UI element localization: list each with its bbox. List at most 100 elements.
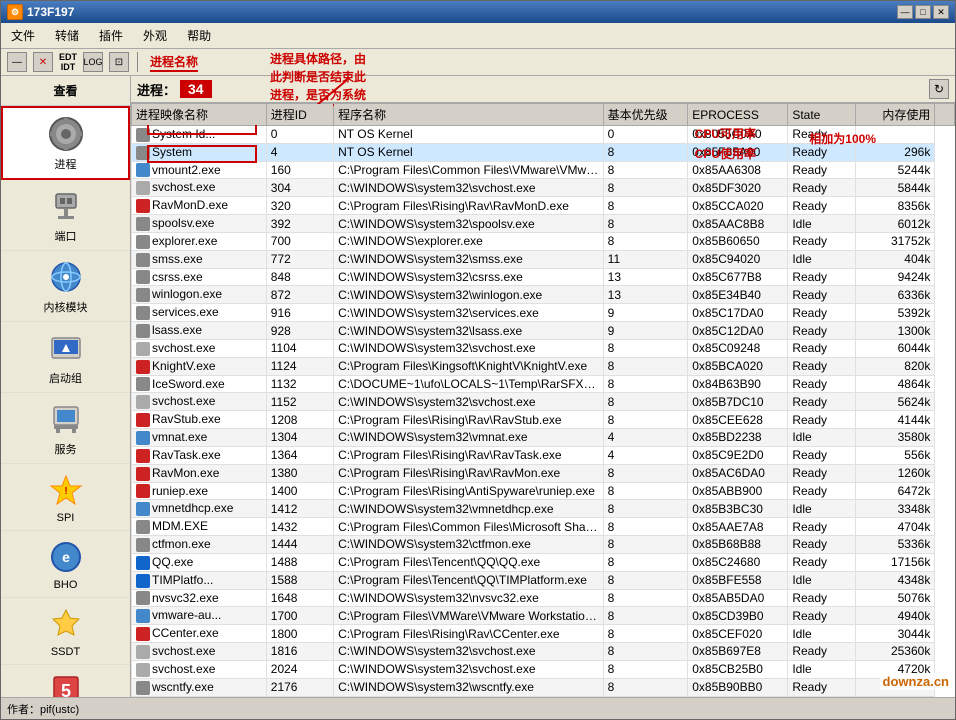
minimize-button[interactable]: — [897,5,913,19]
menu-dump[interactable]: 转储 [49,25,85,46]
table-row[interactable]: vmnetdhcp.exe 1412 C:\WINDOWS\system32\v… [132,500,955,518]
refresh-button[interactable]: ↻ [929,79,949,99]
table-row[interactable]: CCenter.exe 1800 C:\Program Files\Rising… [132,625,955,643]
cell-pri: 8 [603,482,688,500]
menu-file[interactable]: 文件 [5,25,41,46]
window-title: 173F197 [27,5,74,19]
cell-mem: 820k [855,357,935,375]
minus-button[interactable]: — [7,52,27,72]
table-row[interactable]: TIMPlatfo... 1588 C:\Program Files\Tence… [132,571,955,589]
table-row[interactable]: smss.exe 772 C:\WINDOWS\system32\smss.ex… [132,250,955,268]
col-header-state[interactable]: State [788,104,855,126]
cell-eprocess: 0x85BCA020 [688,357,788,375]
table-row[interactable]: svchost.exe 2024 C:\WINDOWS\system32\svc… [132,660,955,678]
sidebar-item-process[interactable]: 进程 [1,106,130,180]
maximize-button[interactable]: □ [915,5,931,19]
cell-eprocess: 0x85ABB900 [688,482,788,500]
sidebar-item-spi[interactable]: ! SPI [1,464,130,531]
log-button[interactable]: LOG [83,52,103,72]
edt-idt-block[interactable]: EDT IDT [59,52,77,72]
table-row[interactable]: explorer.exe 700 C:\WINDOWS\explorer.exe… [132,232,955,250]
cell-pri: 8 [603,464,688,482]
cell-mem: 6012k [855,215,935,233]
col-header-pri[interactable]: 基本优先级 [603,104,688,126]
cell-path: C:\Program Files\Tencent\QQ\TIMPlatform.… [334,571,604,589]
table-row[interactable]: svchost.exe 1816 C:\WINDOWS\system32\svc… [132,643,955,661]
cell-pid: 1152 [266,393,333,411]
table-row[interactable]: runiep.exe 1400 C:\Program Files\Rising\… [132,482,955,500]
cell-pri: 8 [603,571,688,589]
sidebar-item-bho[interactable]: e BHO [1,531,130,598]
col-header-path[interactable]: 程序名称 [334,104,604,126]
sidebar-item-port[interactable]: 端口 [1,180,130,251]
col-header-pid[interactable]: 进程ID [266,104,333,126]
cell-eprocess: 0x85C09248 [688,339,788,357]
cell-eprocess: 0x85B90BB0 [688,678,788,696]
table-row[interactable]: System Id... 0 NT OS Kernel 0 0x8055C0A0… [132,126,955,144]
sidebar-item-ssdt[interactable]: SSDT [1,598,130,665]
col-header-mem[interactable]: 内存使用 [855,104,935,126]
close-button[interactable]: ✕ [933,5,949,19]
table-row[interactable]: services.exe 916 C:\WINDOWS\system32\ser… [132,304,955,322]
col-header-eprocess[interactable]: EPROCESS [688,104,788,126]
menu-view[interactable]: 外观 [137,25,173,46]
table-row[interactable]: winlogon.exe 872 C:\WINDOWS\system32\win… [132,286,955,304]
table-row[interactable]: svchost.exe 1152 C:\WINDOWS\system32\svc… [132,393,955,411]
reg-icon: 5 [46,671,86,697]
cell-path: C:\WINDOWS\system32\winlogon.exe [334,286,604,304]
sidebar-item-startup[interactable]: 启动组 [1,322,130,393]
table-row[interactable]: System 4 NT OS Kernel 8 0x85F85A00 Ready… [132,143,955,161]
cell-pri: 8 [603,161,688,179]
status-author: 作者：pif(ustc) [7,701,79,717]
cell-name: QQ.exe [132,553,267,571]
cell-name: nvsvc32.exe [132,589,267,607]
table-row[interactable]: vmware-au... 1700 C:\Program Files\VMWar… [132,607,955,625]
cell-pri: 8 [603,536,688,554]
cross-button[interactable]: ✕ [33,52,53,72]
table-row[interactable]: csrss.exe 848 C:\WINDOWS\system32\csrss.… [132,268,955,286]
table-row[interactable]: KnightV.exe 1124 C:\Program Files\Kingso… [132,357,955,375]
table-row[interactable]: vmnat.exe 1304 C:\WINDOWS\system32\vmnat… [132,429,955,447]
table-row[interactable]: lsass.exe 928 C:\WINDOWS\system32\lsass.… [132,322,955,340]
proc-name-label: 进程名称 [150,53,198,72]
table-row[interactable]: wscntfy.exe 2176 C:\WINDOWS\system32\wsc… [132,678,955,696]
cell-name: RavMonD.exe [132,197,267,215]
table-row[interactable]: vmount2.exe 160 C:\Program Files\Common … [132,161,955,179]
table-row[interactable]: svchost.exe 1104 C:\WINDOWS\system32\svc… [132,339,955,357]
menu-help[interactable]: 帮助 [181,25,217,46]
sidebar-item-service[interactable]: 服务 [1,393,130,464]
cell-mem: 9424k [855,268,935,286]
cell-path: C:\WINDOWS\system32\smss.exe [334,250,604,268]
icon4-button[interactable]: ⊡ [109,52,129,72]
kernel-icon [46,257,86,297]
table-row[interactable]: MDM.EXE 1432 C:\Program Files\Common Fil… [132,518,955,536]
sidebar-item-reg[interactable]: 5 注册表 [1,665,130,697]
sidebar-ssdt-label: SSDT [51,646,80,658]
table-row[interactable]: QQ.exe 1488 C:\Program Files\Tencent\QQ\… [132,553,955,571]
table-row[interactable]: svchost.exe 304 C:\WINDOWS\system32\svch… [132,179,955,197]
cell-state: Ready [788,411,855,429]
table-row[interactable]: nvsvc32.exe 1648 C:\WINDOWS\system32\nvs… [132,589,955,607]
cell-state: Ready [788,589,855,607]
cell-state: Ready [788,268,855,286]
table-row[interactable]: RavMon.exe 1380 C:\Program Files\Rising\… [132,464,955,482]
process-icon [46,114,86,154]
table-row[interactable]: spoolsv.exe 392 C:\WINDOWS\system32\spoo… [132,215,955,233]
cell-name: spoolsv.exe [132,215,267,233]
cell-pri: 8 [603,393,688,411]
cell-path: C:\WINDOWS\system32\svchost.exe [334,179,604,197]
menu-plugin[interactable]: 插件 [93,25,129,46]
table-row[interactable]: RavStub.exe 1208 C:\Program Files\Rising… [132,411,955,429]
col-header-name[interactable]: 进程映像名称 [132,104,267,126]
table-row[interactable]: IceSword.exe 1132 C:\DOCUME~1\ufo\LOCALS… [132,375,955,393]
table-container[interactable]: 进程映像名称 进程ID 程序名称 基本优先级 EPROCESS State 内存… [131,103,955,697]
table-row[interactable]: RavTask.exe 1364 C:\Program Files\Rising… [132,446,955,464]
table-row[interactable]: ctfmon.exe 1444 C:\WINDOWS\system32\ctfm… [132,536,955,554]
cell-pri: 8 [603,625,688,643]
sidebar-item-kernel[interactable]: 内核模块 [1,251,130,322]
cell-pri: 13 [603,286,688,304]
cell-mem: 556k [855,446,935,464]
table-row[interactable]: RavMonD.exe 320 C:\Program Files\Rising\… [132,197,955,215]
cell-pri: 9 [603,304,688,322]
cell-path: C:\Program Files\Rising\Rav\RavStub.exe [334,411,604,429]
